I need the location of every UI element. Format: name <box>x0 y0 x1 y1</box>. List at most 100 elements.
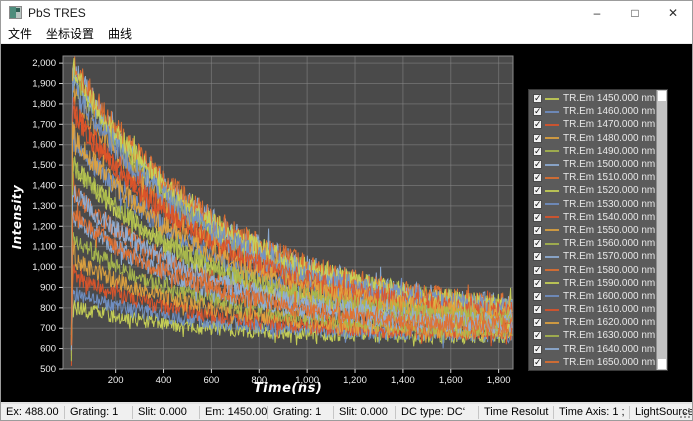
legend-item-label: TR.Em 1620.000 nm <box>563 317 655 328</box>
legend-line-swatch <box>545 229 559 231</box>
legend-checkbox-icon[interactable]: ✓ <box>533 345 542 354</box>
legend-item-20[interactable]: ✓ TR.Em 1650.000 nm <box>529 356 656 369</box>
legend-line-swatch <box>545 150 559 152</box>
legend-item-11[interactable]: ✓ TR.Em 1560.000 nm <box>529 237 656 250</box>
svg-text:900: 900 <box>40 282 56 293</box>
legend-checkbox-icon[interactable]: ✓ <box>533 147 542 156</box>
legend-checkbox-icon[interactable]: ✓ <box>533 318 542 327</box>
close-button[interactable]: ✕ <box>654 1 692 24</box>
legend-item-label: TR.Em 1580.000 nm <box>563 265 655 276</box>
legend-item-label: TR.Em 1480.000 nm <box>563 133 655 144</box>
legend-line-swatch <box>545 98 559 100</box>
legend-item-9[interactable]: ✓ TR.Em 1540.000 nm <box>529 211 656 224</box>
legend-checkbox-icon[interactable]: ✓ <box>533 160 542 169</box>
legend-line-swatch <box>545 348 559 350</box>
window-title: PbS TRES <box>28 6 86 20</box>
legend-item-15[interactable]: ✓ TR.Em 1600.000 nm <box>529 290 656 303</box>
legend-item-7[interactable]: ✓ TR.Em 1520.000 nm <box>529 184 656 197</box>
legend-item-6[interactable]: ✓ TR.Em 1510.000 nm <box>529 171 656 184</box>
svg-text:500: 500 <box>40 364 56 375</box>
status-segment-5: Slit: 0.000 <box>334 406 396 419</box>
svg-text:1,000: 1,000 <box>32 262 56 273</box>
svg-text:1,600: 1,600 <box>32 140 56 151</box>
legend-item-label: TR.Em 1630.000 nm <box>563 330 655 341</box>
legend-item-label: TR.Em 1520.000 nm <box>563 185 655 196</box>
svg-text:1,800: 1,800 <box>32 99 56 110</box>
legend-item-label: TR.Em 1490.000 nm <box>563 146 655 157</box>
legend-item-label: TR.Em 1550.000 nm <box>563 225 655 236</box>
legend-item-2[interactable]: ✓ TR.Em 1470.000 nm <box>529 118 656 131</box>
legend-checkbox-icon[interactable]: ✓ <box>533 305 542 314</box>
svg-text:1,400: 1,400 <box>32 180 56 191</box>
status-segment-2: Slit: 0.000 <box>133 406 200 419</box>
legend-item-label: TR.Em 1650.000 nm <box>563 357 655 368</box>
legend-checkbox-icon[interactable]: ✓ <box>533 226 542 235</box>
legend-checkbox-icon[interactable]: ✓ <box>533 292 542 301</box>
legend-checkbox-icon[interactable]: ✓ <box>533 186 542 195</box>
legend-checkbox-icon[interactable]: ✓ <box>533 107 542 116</box>
legend-checkbox-icon[interactable]: ✓ <box>533 279 542 288</box>
legend-item-label: TR.Em 1540.000 nm <box>563 212 655 223</box>
legend-line-swatch <box>545 190 559 192</box>
legend-line-swatch <box>545 124 559 126</box>
scrollbar-down-button[interactable] <box>658 359 666 369</box>
legend-item-5[interactable]: ✓ TR.Em 1500.000 nm <box>529 158 656 171</box>
legend-item-4[interactable]: ✓ TR.Em 1490.000 nm <box>529 145 656 158</box>
legend-item-label: TR.Em 1500.000 nm <box>563 159 655 170</box>
legend-checkbox-icon[interactable]: ✓ <box>533 239 542 248</box>
legend-line-swatch <box>545 309 559 311</box>
legend-panel: ✓ TR.Em 1450.000 nm ✓ TR.Em 1460.000 nm … <box>528 89 668 371</box>
legend-line-swatch <box>545 322 559 324</box>
maximize-button[interactable]: □ <box>616 1 654 24</box>
resize-grip-icon[interactable] <box>679 407 691 419</box>
legend-item-1[interactable]: ✓ TR.Em 1460.000 nm <box>529 105 656 118</box>
legend-line-swatch <box>545 177 559 179</box>
legend-checkbox-icon[interactable]: ✓ <box>533 120 542 129</box>
legend-checkbox-icon[interactable]: ✓ <box>533 266 542 275</box>
legend-checkbox-icon[interactable]: ✓ <box>533 94 542 103</box>
status-segment-3: Em: 1450.00 <box>200 406 268 419</box>
legend-item-18[interactable]: ✓ TR.Em 1630.000 nm <box>529 329 656 342</box>
legend-item-14[interactable]: ✓ TR.Em 1590.000 nm <box>529 277 656 290</box>
menu-item-file[interactable]: 文件 <box>1 24 39 43</box>
legend-line-swatch <box>545 361 559 363</box>
scrollbar-up-button[interactable] <box>658 91 666 101</box>
svg-text:700: 700 <box>40 323 56 334</box>
legend-item-13[interactable]: ✓ TR.Em 1580.000 nm <box>529 263 656 276</box>
svg-text:600: 600 <box>40 344 56 355</box>
x-axis-label: Time(ns) <box>63 381 513 396</box>
status-segment-8: Time Axis: 1 ; <box>554 406 630 419</box>
legend-item-12[interactable]: ✓ TR.Em 1570.000 nm <box>529 250 656 263</box>
menu-item-curve[interactable]: 曲线 <box>101 24 139 43</box>
chart-area: 5006007008009001,0001,1001,2001,3001,400… <box>1 44 692 402</box>
legend-item-17[interactable]: ✓ TR.Em 1620.000 nm <box>529 316 656 329</box>
legend-item-label: TR.Em 1450.000 nm <box>563 93 655 104</box>
legend-item-10[interactable]: ✓ TR.Em 1550.000 nm <box>529 224 656 237</box>
legend-item-16[interactable]: ✓ TR.Em 1610.000 nm <box>529 303 656 316</box>
legend-line-swatch <box>545 269 559 271</box>
legend-item-label: TR.Em 1560.000 nm <box>563 238 655 249</box>
app-icon <box>9 6 22 19</box>
y-axis-label: Intensity <box>10 165 24 269</box>
minimize-button[interactable]: – <box>578 1 616 24</box>
legend-checkbox-icon[interactable]: ✓ <box>533 252 542 261</box>
legend-line-swatch <box>545 111 559 113</box>
svg-text:2,000: 2,000 <box>32 58 56 69</box>
legend-checkbox-icon[interactable]: ✓ <box>533 134 542 143</box>
svg-text:1,500: 1,500 <box>32 160 56 171</box>
legend-scrollbar[interactable] <box>656 90 667 370</box>
legend-item-3[interactable]: ✓ TR.Em 1480.000 nm <box>529 132 656 145</box>
legend-item-8[interactable]: ✓ TR.Em 1530.000 nm <box>529 198 656 211</box>
legend-item-label: TR.Em 1590.000 nm <box>563 278 655 289</box>
legend-checkbox-icon[interactable]: ✓ <box>533 331 542 340</box>
status-segment-4: Grating: 1 <box>268 406 334 419</box>
legend-item-19[interactable]: ✓ TR.Em 1640.000 nm <box>529 343 656 356</box>
legend-item-0[interactable]: ✓ TR.Em 1450.000 nm <box>529 92 656 105</box>
menu-item-axis-settings[interactable]: 坐标设置 <box>39 24 101 43</box>
legend-item-label: TR.Em 1530.000 nm <box>563 199 655 210</box>
legend-checkbox-icon[interactable]: ✓ <box>533 200 542 209</box>
legend-checkbox-icon[interactable]: ✓ <box>533 213 542 222</box>
legend-checkbox-icon[interactable]: ✓ <box>533 173 542 182</box>
legend-item-label: TR.Em 1640.000 nm <box>563 344 655 355</box>
legend-checkbox-icon[interactable]: ✓ <box>533 358 542 367</box>
